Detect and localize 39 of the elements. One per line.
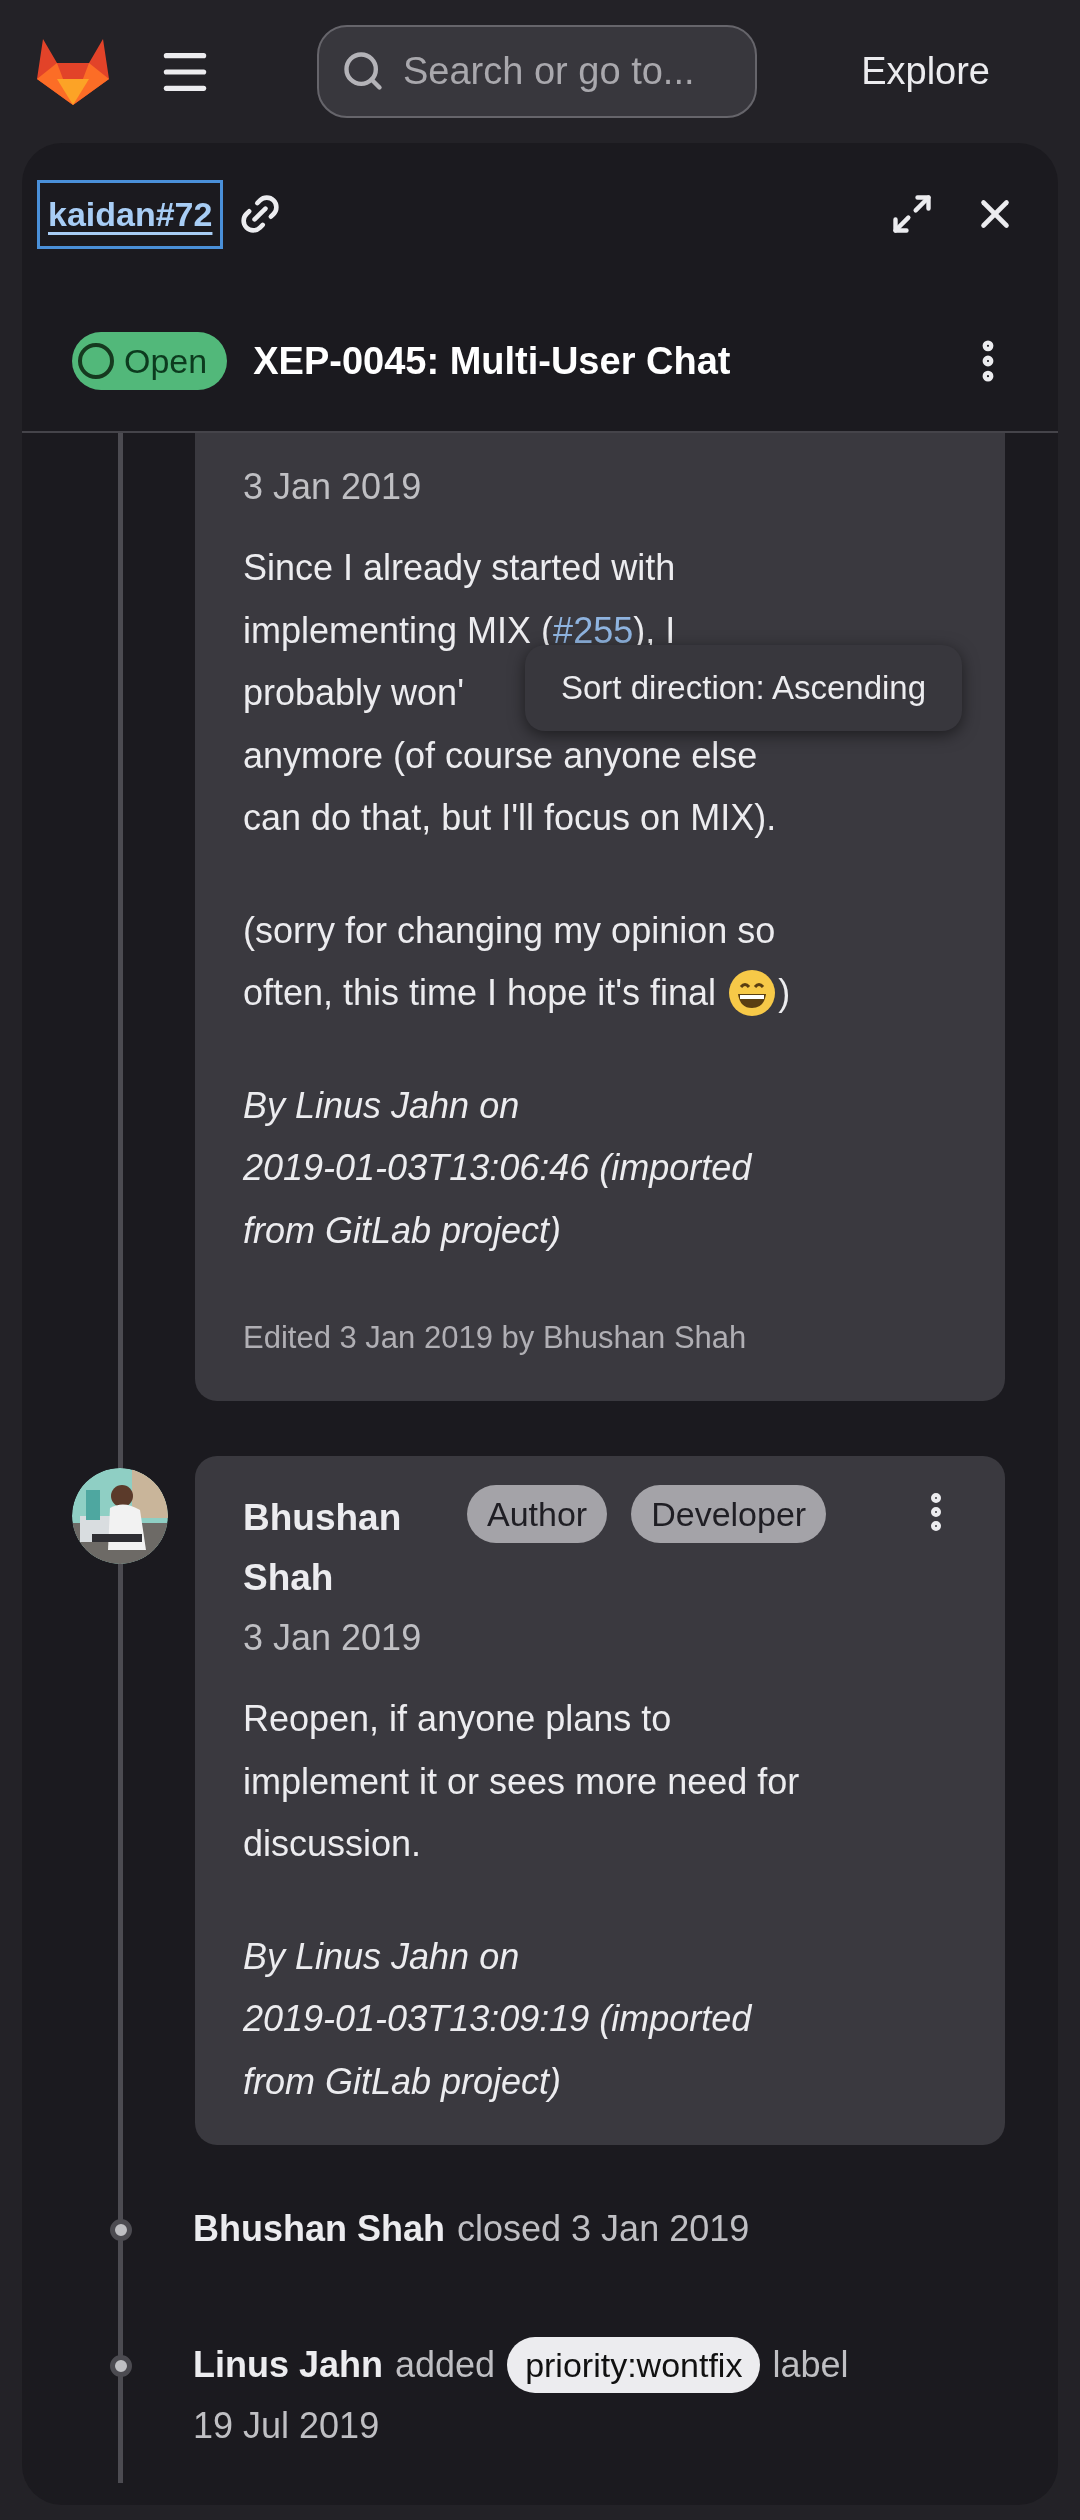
role-badge: Developer [631, 1485, 827, 1543]
explore-link[interactable]: Explore [861, 50, 990, 93]
import-note-line: 2019-01-03T13:06:46 (imported [243, 1148, 752, 1189]
comment-text-line: implement it or sees more need for [243, 1761, 800, 1802]
import-note-line: from GitLab project) [243, 2061, 562, 2102]
import-note-line: By Linus Jahn on [243, 1085, 520, 1126]
comment-date: 3 Jan 2019 [243, 465, 423, 509]
issue-title: XEP-0045: Multi-User Chat [253, 339, 732, 383]
comment-text-line: Since I already started with [243, 548, 676, 589]
actor-name[interactable]: Bhushan Shah [193, 2199, 446, 2259]
comment-text-line: probably won' [243, 673, 464, 714]
role-badge: Author [467, 1485, 608, 1543]
expand-icon[interactable] [890, 192, 934, 236]
timeline-dot [110, 2355, 132, 2377]
comment-text-line: Reopen, if anyone plans to [243, 1699, 672, 1740]
actor-name[interactable]: Linus Jahn [193, 2335, 384, 2395]
comment-text-line: often, this time I hope it's final ) [243, 973, 791, 1014]
issue-reference-link[interactable]: kaidan#72 [37, 179, 224, 249]
timeline-dot [110, 2219, 132, 2241]
edited-note: Edited 3 Jan 2019 by Bhushan Shah [243, 1319, 748, 1357]
author-name[interactable]: Bhushan Shah [243, 1488, 443, 1608]
event-text: added [395, 2343, 496, 2387]
label-badge[interactable]: priority:wontfix [507, 2337, 761, 2393]
comment-text-line: discussion. [243, 1824, 422, 1865]
comment-date: 3 Jan 2019 [243, 1616, 423, 1660]
grinning-face-icon [728, 969, 777, 1018]
import-note-line: 2019-01-03T13:09:19 (imported [243, 1999, 752, 2040]
tooltip: Sort direction: Ascending [525, 645, 963, 731]
event-text: label [772, 2343, 849, 2387]
search-field[interactable]: Search or go to... [317, 25, 757, 118]
import-note-line: from GitLab project) [243, 1210, 562, 1251]
search-icon [341, 49, 385, 93]
event-date: 19 Jul 2019 [193, 2404, 380, 2448]
comment-text-line: anymore (of course anyone else [243, 735, 758, 776]
import-note-line: By Linus Jahn on [243, 1936, 520, 1977]
comment-text-line: can do that, but I'll focus on MIX). [243, 798, 777, 839]
event-text: closed 3 Jan 2019 [457, 2207, 750, 2251]
status-badge: Open [72, 332, 228, 390]
comment-text-line: (sorry for changing my opinion so [243, 910, 776, 951]
